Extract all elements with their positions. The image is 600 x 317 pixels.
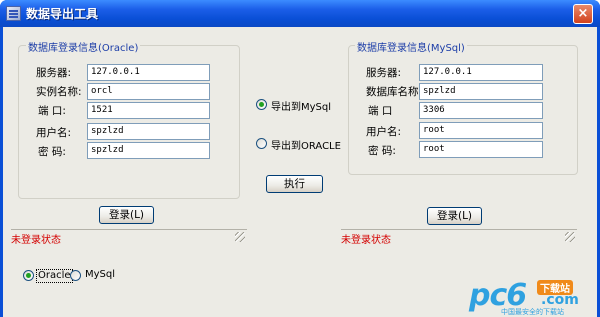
source-oracle-label: Oracle <box>36 269 73 283</box>
title-bar[interactable]: 数据导出工具 × <box>0 0 600 27</box>
export-mysql-radio[interactable] <box>256 99 267 110</box>
mysql-username-input[interactable]: root <box>419 122 543 139</box>
export-oracle-radio[interactable] <box>256 138 267 149</box>
oracle-instance-label: 实例名称: <box>36 86 82 98</box>
mysql-port-input[interactable]: 3306 <box>419 102 543 119</box>
watermark-domain: .com <box>541 292 579 308</box>
resize-grip-icon[interactable] <box>565 232 575 242</box>
oracle-server-label: 服务器: <box>36 67 72 79</box>
mysql-server-label: 服务器: <box>366 67 402 79</box>
mysql-login-group: 数据库登录信息(MySql) 服务器: 127.0.0.1 数据库名称 spzl… <box>348 39 578 175</box>
mysql-server-input[interactable]: 127.0.0.1 <box>419 64 543 81</box>
oracle-instance-input[interactable]: orcl <box>87 83 210 100</box>
watermark-slogan: 中国最安全的下载站 <box>501 308 564 316</box>
source-oracle-option[interactable]: Oracle <box>23 269 73 283</box>
export-mysql-option[interactable]: 导出到MySql <box>256 98 336 113</box>
app-icon <box>6 6 21 21</box>
oracle-login-button[interactable]: 登录(L) <box>99 206 154 224</box>
source-mysql-radio[interactable] <box>70 270 81 281</box>
oracle-password-input[interactable]: spzlzd <box>87 142 210 159</box>
mysql-port-label: 端 口 <box>368 105 393 117</box>
window-title: 数据导出工具 <box>26 7 99 21</box>
oracle-password-label: 密 码: <box>38 146 66 158</box>
oracle-username-label: 用户名: <box>36 127 72 139</box>
app-window: 数据导出工具 × 数据库登录信息(Oracle) 服务器: 127.0.0.1 … <box>0 0 600 317</box>
mysql-login-button[interactable]: 登录(L) <box>427 207 482 225</box>
export-oracle-option[interactable]: 导出到ORACLE <box>256 137 341 152</box>
source-mysql-label: MySql <box>85 269 116 280</box>
source-mysql-option[interactable]: MySql <box>70 269 120 283</box>
export-oracle-label: 导出到ORACLE <box>271 141 341 152</box>
source-oracle-radio[interactable] <box>23 270 34 281</box>
oracle-status-text: 未登录状态 <box>11 235 61 246</box>
oracle-group-legend: 数据库登录信息(Oracle) <box>26 39 141 54</box>
mysql-dbname-label: 数据库名称 <box>366 86 419 98</box>
close-button[interactable]: × <box>573 4 593 24</box>
mysql-dbname-input[interactable]: spzlzd <box>419 83 543 100</box>
mysql-status-bar: 未登录状态 <box>341 229 577 246</box>
mysql-status-text: 未登录状态 <box>341 235 391 246</box>
mysql-group-legend: 数据库登录信息(MySql) <box>355 39 467 54</box>
execute-button[interactable]: 执行 <box>266 175 323 193</box>
export-mysql-label: 导出到MySql <box>271 102 332 113</box>
resize-grip-icon[interactable] <box>235 232 245 242</box>
oracle-login-group: 数据库登录信息(Oracle) 服务器: 127.0.0.1 实例名称: orc… <box>18 39 240 199</box>
mysql-username-label: 用户名: <box>366 126 402 138</box>
oracle-server-input[interactable]: 127.0.0.1 <box>87 64 210 81</box>
oracle-status-bar: 未登录状态 <box>11 229 247 246</box>
mysql-password-label: 密 码: <box>368 145 396 157</box>
oracle-username-input[interactable]: spzlzd <box>87 123 210 140</box>
oracle-port-label: 端 口: <box>38 105 66 117</box>
mysql-password-input[interactable]: root <box>419 141 543 158</box>
pc6-watermark-logo: pc6 下载站 .com 中国最安全的下载站 <box>455 278 595 316</box>
client-area: 数据库登录信息(Oracle) 服务器: 127.0.0.1 实例名称: orc… <box>3 27 597 317</box>
oracle-port-input[interactable]: 1521 <box>87 102 210 119</box>
